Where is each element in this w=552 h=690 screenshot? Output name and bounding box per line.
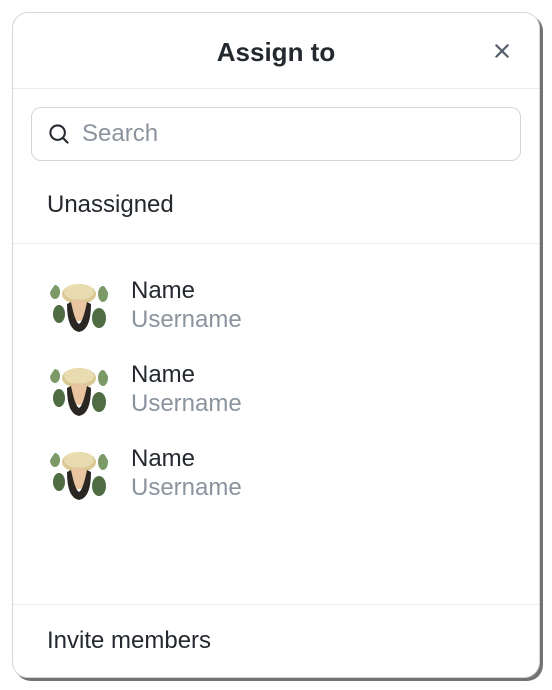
member-username: Username — [131, 306, 242, 335]
member-name: Name — [131, 445, 242, 474]
member-name: Name — [131, 277, 242, 306]
member-name: Name — [131, 361, 242, 390]
member-username: Username — [131, 474, 242, 503]
search-icon — [48, 123, 70, 145]
invite-members-button[interactable]: Invite members — [47, 627, 519, 655]
assign-dialog: Assign to Unassigned Name Usern — [12, 12, 540, 678]
member-info: Name Username — [131, 445, 242, 503]
unassigned-section: Unassigned — [13, 179, 539, 244]
search-input[interactable] — [82, 120, 504, 148]
member-info: Name Username — [131, 277, 242, 335]
scroll-fade — [13, 534, 539, 604]
member-info: Name Username — [131, 361, 242, 419]
member-list: Name Username Name Username Name — [13, 244, 539, 516]
dialog-header: Assign to — [13, 13, 539, 89]
dialog-title: Assign to — [217, 37, 335, 68]
unassigned-option[interactable]: Unassigned — [47, 191, 519, 219]
member-username: Username — [131, 390, 242, 419]
search-section — [13, 89, 539, 179]
member-row[interactable]: Name Username — [47, 348, 519, 432]
avatar — [47, 274, 111, 338]
search-box[interactable] — [31, 107, 521, 161]
close-icon — [490, 39, 514, 63]
dialog-footer: Invite members — [13, 605, 539, 677]
member-row[interactable]: Name Username — [47, 432, 519, 516]
members-section: Name Username Name Username Name — [13, 244, 539, 605]
avatar — [47, 358, 111, 422]
avatar — [47, 442, 111, 506]
close-button[interactable] — [487, 36, 517, 66]
member-row[interactable]: Name Username — [47, 264, 519, 348]
